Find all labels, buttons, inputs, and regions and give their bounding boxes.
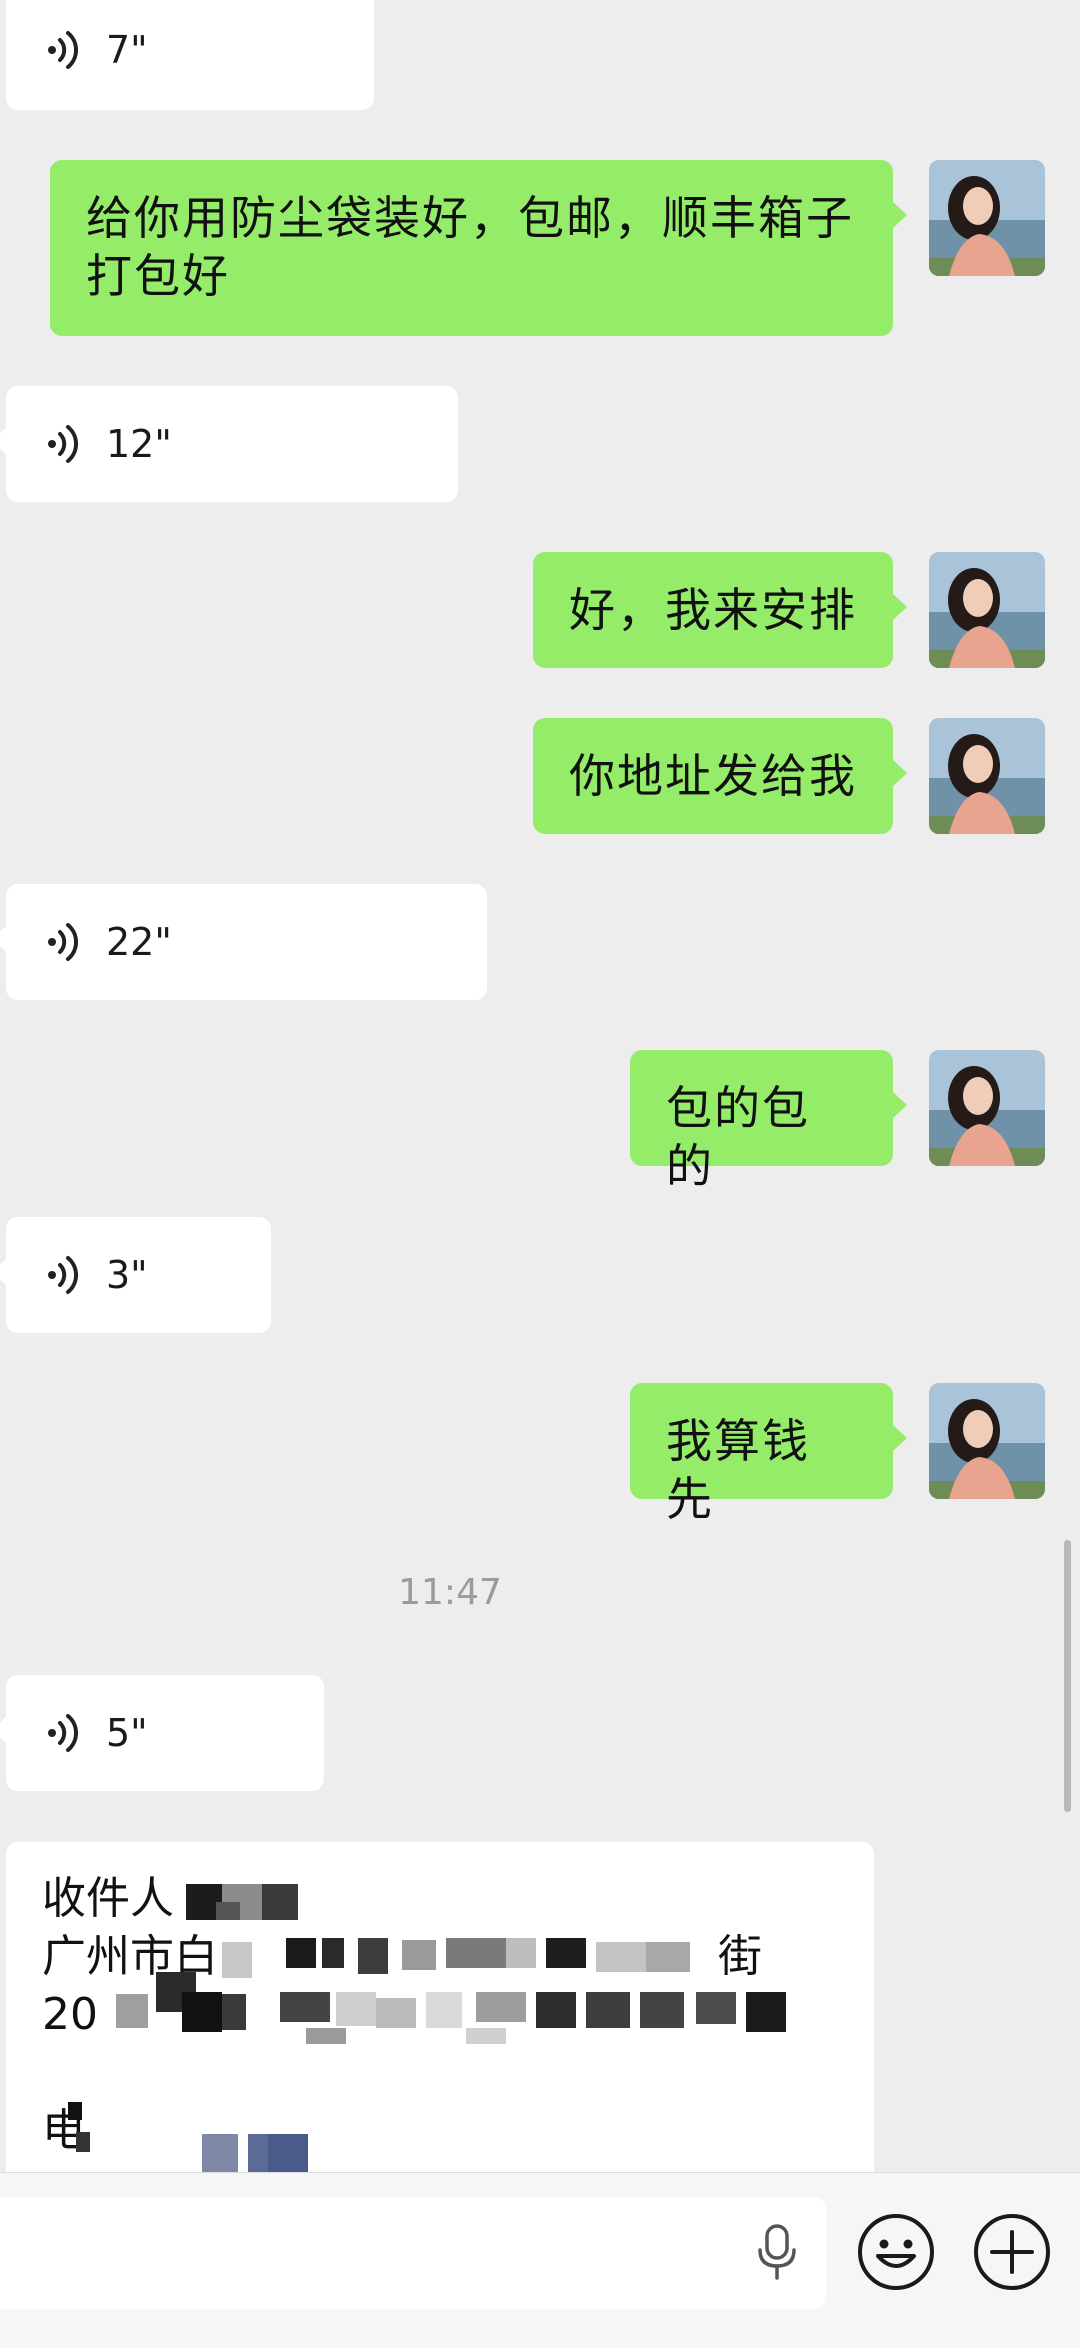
voice-duration: 5" [106, 1711, 148, 1755]
message-text: 给你用防尘袋装好，包邮，顺丰箱子 [86, 191, 854, 245]
message-input[interactable] [0, 2197, 826, 2309]
user-photo [929, 552, 1045, 668]
voice-duration: 12" [106, 422, 172, 466]
message-text: 包的包的 [666, 1081, 810, 1193]
smiley-icon[interactable] [856, 2212, 936, 2292]
voice-duration: 3" [106, 1253, 148, 1297]
avatar[interactable] [929, 718, 1045, 834]
plus-circle-icon[interactable] [972, 2212, 1052, 2292]
message-bubble-sent[interactable]: 包的包的 [630, 1050, 907, 1193]
voice-message[interactable]: 22" [0, 884, 487, 1000]
voice-wave-icon [48, 923, 79, 961]
voice-wave-icon [48, 31, 79, 69]
address-message[interactable]: 收件人 广州市白街 20 电 [6, 1842, 874, 2172]
voice-message[interactable]: 3" [0, 1217, 271, 1333]
user-photo [929, 1383, 1045, 1499]
message-text: 打包好 [86, 249, 230, 303]
user-photo [929, 160, 1045, 276]
voice-wave-icon [48, 1256, 79, 1294]
avatar[interactable] [929, 160, 1045, 276]
avatar[interactable] [929, 552, 1045, 668]
voice-message[interactable]: 5" [0, 1675, 324, 1791]
message-text: 你地址发给我 [569, 749, 857, 803]
voice-duration: 7" [106, 28, 148, 72]
message-timestamp: 11:47 [398, 1572, 502, 1613]
scrollbar[interactable] [1064, 1540, 1071, 1812]
user-photo [929, 718, 1045, 834]
user-photo [929, 1050, 1045, 1166]
address-text: 街 [718, 1931, 762, 1982]
recipient-line: 收件人 [42, 1873, 174, 1924]
message-bubble-sent[interactable]: 你地址发给我 [533, 718, 907, 834]
microphone-icon[interactable] [752, 2224, 802, 2280]
message-bubble-sent[interactable]: 我算钱先 [630, 1383, 907, 1526]
voice-wave-icon [48, 425, 79, 463]
voice-wave-icon [48, 1714, 79, 1752]
voice-duration: 22" [106, 920, 172, 964]
avatar[interactable] [929, 1383, 1045, 1499]
voice-message[interactable]: 7" [6, 0, 374, 110]
phone-line: 电 [42, 2105, 86, 2156]
message-bubble-sent[interactable]: 给你用防尘袋装好，包邮，顺丰箱子 打包好 [50, 160, 907, 336]
message-text: 我算钱先 [666, 1414, 810, 1526]
chat-area: 7" 给你用防尘袋装好，包邮，顺丰箱子 打包好 12" 好，我来安排 你地址发给… [0, 0, 1080, 2172]
voice-message[interactable]: 12" [0, 386, 458, 502]
message-text: 好，我来安排 [569, 583, 857, 637]
avatar[interactable] [929, 1050, 1045, 1166]
message-bubble-sent[interactable]: 好，我来安排 [533, 552, 907, 668]
